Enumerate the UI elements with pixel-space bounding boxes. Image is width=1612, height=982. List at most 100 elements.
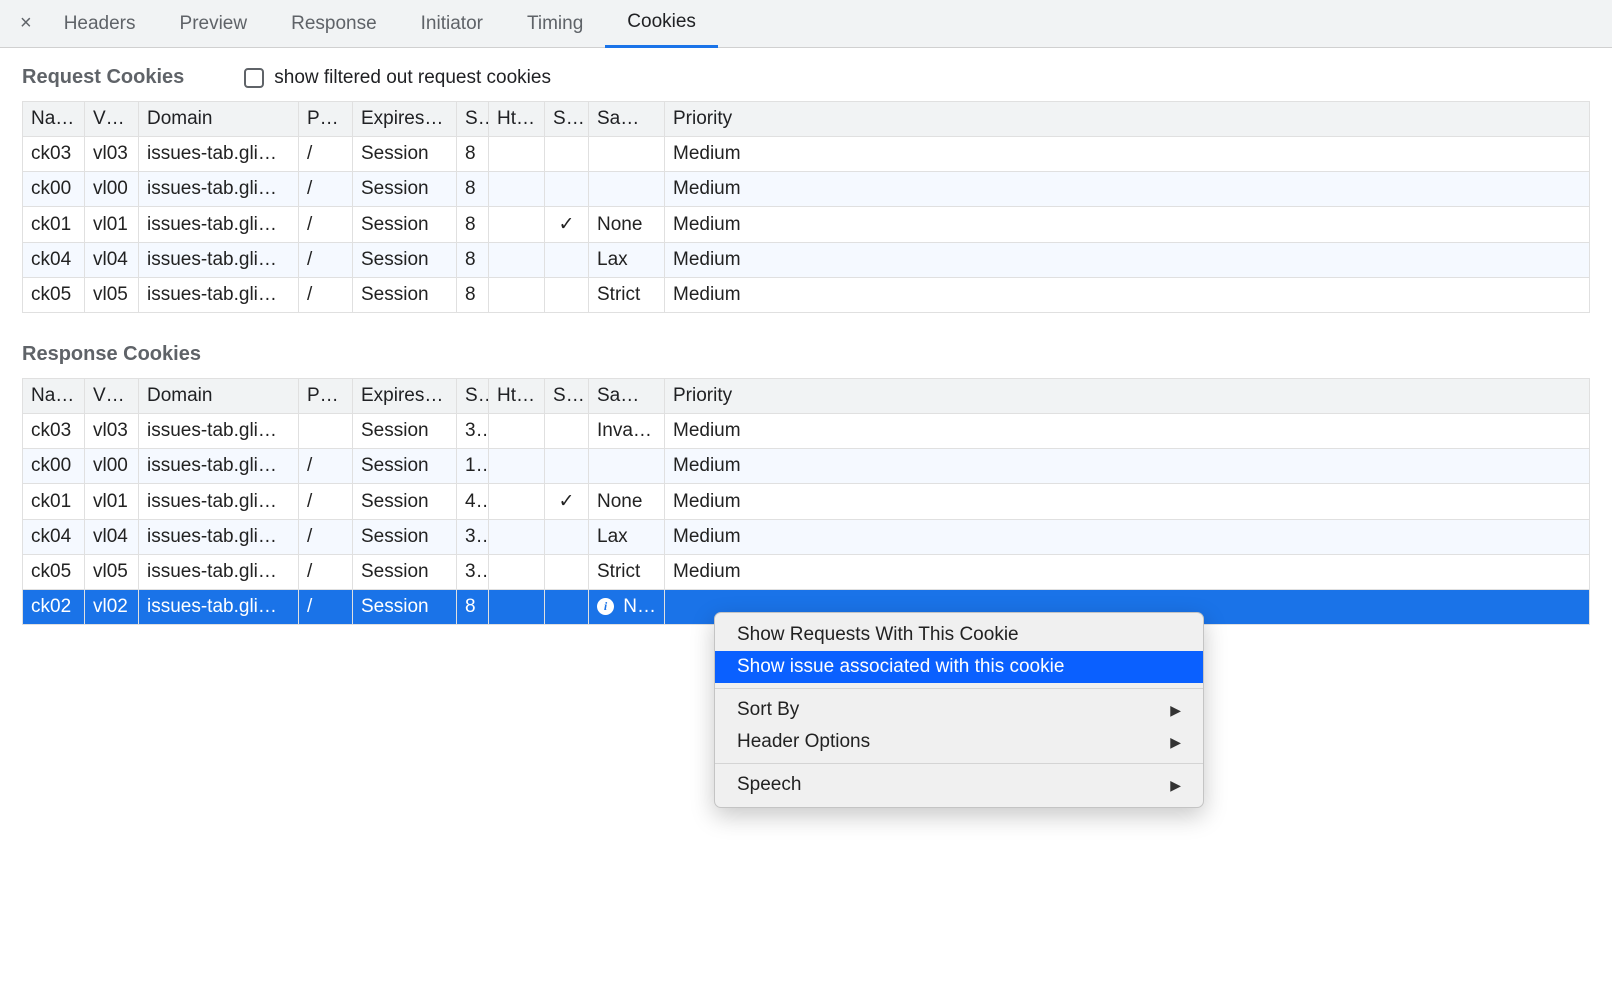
cell-expires: Session [353,484,457,520]
checkbox-icon [244,68,264,88]
close-icon[interactable]: × [10,12,42,35]
cell-domain: issues-tab.gli… [139,243,299,278]
cell-priority: Medium [665,207,1590,243]
cell-samesite: i N… [589,590,665,625]
cell-httponly [489,278,545,313]
request-cookies-title: Request Cookies [22,66,184,89]
cell-path [299,414,353,449]
col-header-value[interactable]: V… [85,102,139,137]
table-header-row: Na… V… Domain P… Expires… S. Ht… S… Sa… … [23,102,1590,137]
cell-domain: issues-tab.gli… [139,172,299,207]
menu-item-label: Speech [737,774,801,796]
menu-item[interactable]: Show Requests With This Cookie [715,619,1203,651]
cell-size: 3.. [457,555,489,590]
cell-samesite: Inva… [589,414,665,449]
cell-domain: issues-tab.gli… [139,520,299,555]
col-header-path[interactable]: P… [299,102,353,137]
cell-httponly [489,484,545,520]
col-header-priority[interactable]: Priority [665,379,1590,414]
cell-httponly [489,590,545,625]
col-header-httponly[interactable]: Ht… [489,379,545,414]
cell-httponly [489,414,545,449]
col-header-priority[interactable]: Priority [665,102,1590,137]
col-header-httponly[interactable]: Ht… [489,102,545,137]
cell-value: vl03 [85,137,139,172]
cell-name: ck05 [23,555,85,590]
col-header-domain[interactable]: Domain [139,379,299,414]
col-header-path[interactable]: P… [299,379,353,414]
col-header-secure[interactable]: S… [545,102,589,137]
col-header-value[interactable]: V… [85,379,139,414]
submenu-arrow-icon: ▶ [1170,734,1181,751]
cell-size: 8 [457,243,489,278]
menu-item[interactable]: Sort By▶ [715,694,1203,726]
cell-name: ck02 [23,590,85,625]
cell-priority: Medium [665,137,1590,172]
cell-path: / [299,278,353,313]
cell-size: 8 [457,590,489,625]
cell-domain: issues-tab.gli… [139,555,299,590]
cell-domain: issues-tab.gli… [139,207,299,243]
menu-item-label: Header Options [737,731,870,753]
col-header-name[interactable]: Na… [23,102,85,137]
cookies-panel: Request Cookies show filtered out reques… [0,48,1612,673]
table-header-row: Na… V… Domain P… Expires… S. Ht… S… Sa… … [23,379,1590,414]
col-header-samesite[interactable]: Sa… [589,379,665,414]
table-row[interactable]: ck01vl01issues-tab.gli…/Session4..✓NoneM… [23,484,1590,520]
cell-size: 1.. [457,449,489,484]
info-icon[interactable]: i [597,598,614,615]
menu-item[interactable]: Speech▶ [715,769,1203,801]
cell-priority: Medium [665,449,1590,484]
tab-initiator[interactable]: Initiator [399,0,505,48]
table-row[interactable]: ck03vl03issues-tab.gli…Session3..Inva…Me… [23,414,1590,449]
cell-secure [545,137,589,172]
col-header-size[interactable]: S. [457,379,489,414]
table-row[interactable]: ck01vl01issues-tab.gli…/Session8✓NoneMed… [23,207,1590,243]
cell-expires: Session [353,172,457,207]
col-header-samesite[interactable]: Sa… [589,102,665,137]
tab-headers[interactable]: Headers [42,0,158,48]
cell-domain: issues-tab.gli… [139,590,299,625]
table-row[interactable]: ck04vl04issues-tab.gli…/Session8LaxMediu… [23,243,1590,278]
cell-priority: Medium [665,243,1590,278]
cell-samesite: Lax [589,243,665,278]
table-row[interactable]: ck00vl00issues-tab.gli…/Session8Medium [23,172,1590,207]
table-row[interactable]: ck05vl05issues-tab.gli…/Session8StrictMe… [23,278,1590,313]
menu-item[interactable]: Show issue associated with this cookie [715,651,1203,683]
col-header-expires[interactable]: Expires… [353,102,457,137]
menu-item[interactable]: Header Options ▶ [715,726,1203,758]
cell-expires: Session [353,278,457,313]
cell-value: vl05 [85,555,139,590]
cell-httponly [489,449,545,484]
cell-samesite: Lax [589,520,665,555]
cell-expires: Session [353,520,457,555]
cell-expires: Session [353,207,457,243]
col-header-domain[interactable]: Domain [139,102,299,137]
checkbox-label: show filtered out request cookies [274,67,551,89]
col-header-secure[interactable]: S… [545,379,589,414]
cell-secure [545,555,589,590]
cell-httponly [489,207,545,243]
cell-secure [545,520,589,555]
tab-cookies[interactable]: Cookies [605,0,718,48]
cell-path: / [299,243,353,278]
cell-expires: Session [353,414,457,449]
show-filtered-checkbox[interactable]: show filtered out request cookies [244,67,551,89]
table-row[interactable]: ck03vl03issues-tab.gli…/Session8Medium [23,137,1590,172]
table-row[interactable]: ck04vl04issues-tab.gli…/Session3..LaxMed… [23,520,1590,555]
col-header-size[interactable]: S. [457,102,489,137]
table-row[interactable]: ck05vl05issues-tab.gli…/Session3..Strict… [23,555,1590,590]
cell-samesite [589,449,665,484]
cell-expires: Session [353,590,457,625]
cell-path: / [299,484,353,520]
table-row[interactable]: ck00vl00issues-tab.gli…/Session1..Medium [23,449,1590,484]
cell-secure: ✓ [545,484,589,520]
cell-path: / [299,137,353,172]
tab-label: Response [291,13,377,35]
col-header-name[interactable]: Na… [23,379,85,414]
tab-label: Headers [64,13,136,35]
tab-response[interactable]: Response [269,0,399,48]
tab-preview[interactable]: Preview [158,0,270,48]
col-header-expires[interactable]: Expires… [353,379,457,414]
tab-timing[interactable]: Timing [505,0,605,48]
